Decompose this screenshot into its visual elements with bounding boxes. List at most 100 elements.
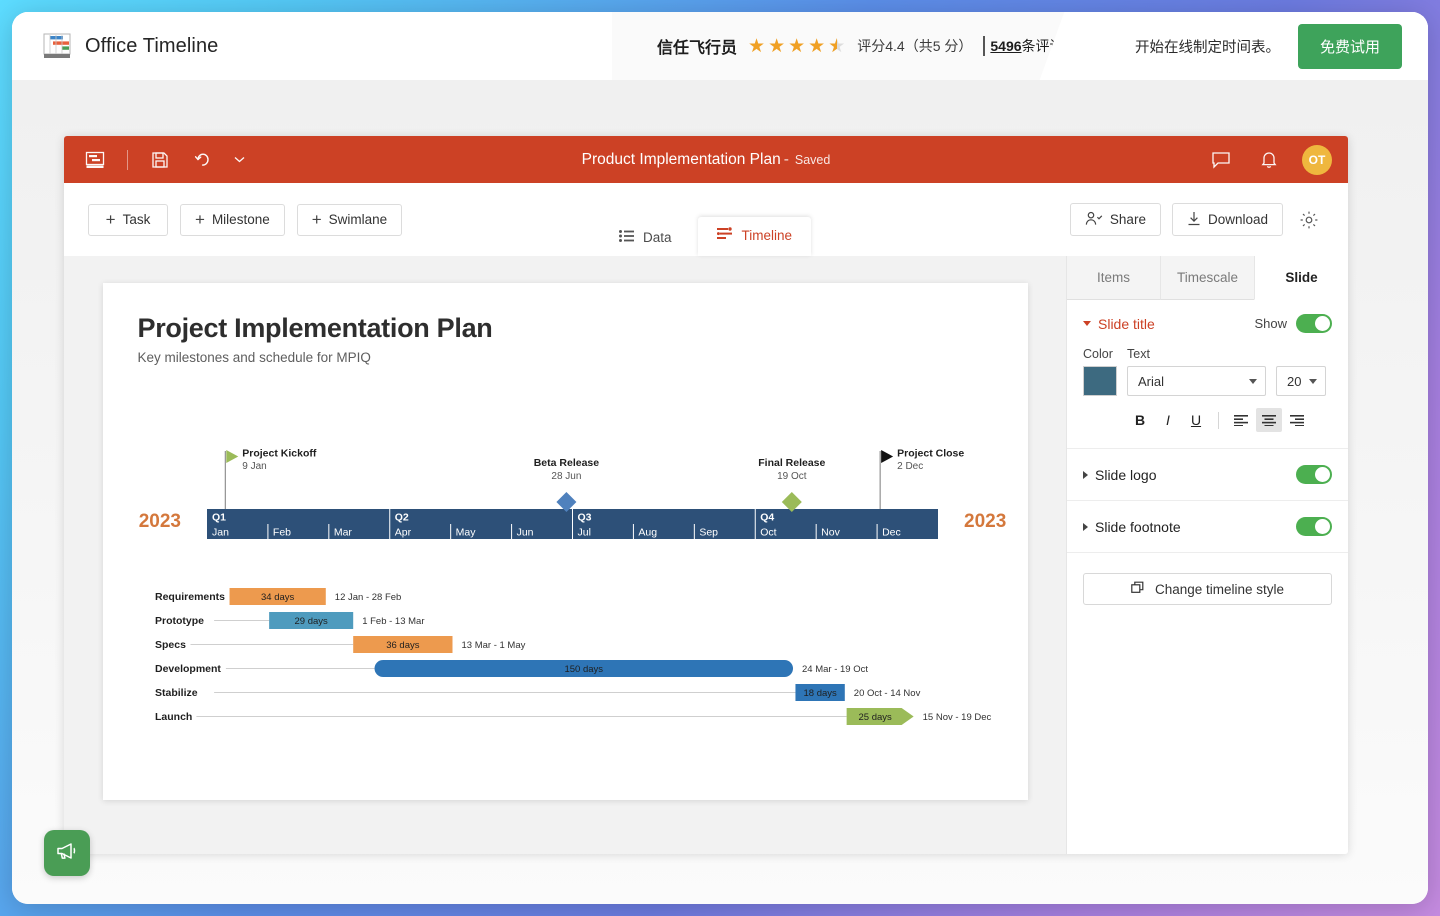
underline-button[interactable]: U [1183, 408, 1209, 432]
tab-data-label: Data [643, 230, 672, 245]
svg-text:34 days: 34 days [261, 592, 295, 603]
office-timeline-logo-icon [42, 32, 72, 60]
download-button[interactable]: Download [1172, 203, 1283, 236]
svg-text:Project Close: Project Close [897, 448, 964, 460]
svg-text:Prototype: Prototype [155, 615, 204, 627]
tab-data[interactable]: Data [601, 221, 690, 256]
gantt-task-row[interactable]: Launch25 days15 Nov - 19 Dec [155, 708, 992, 725]
comment-icon[interactable] [1206, 145, 1236, 175]
slide-title-section-toggle[interactable]: Slide title [1083, 316, 1155, 332]
month-label: Oct [760, 527, 776, 539]
quarter-label: Q1 [212, 512, 226, 524]
feedback-button[interactable] [44, 830, 90, 876]
gantt-task-row[interactable]: Requirements34 days12 Jan - 28 Feb [155, 588, 401, 605]
star-icon: ★ [768, 35, 786, 58]
share-label: Share [1110, 212, 1146, 227]
align-right-button[interactable] [1284, 408, 1310, 432]
slide-logo-toggle[interactable]: Slide logo [1083, 467, 1157, 483]
share-button[interactable]: Share [1070, 203, 1161, 236]
show-label: Show [1254, 316, 1287, 331]
align-center-button[interactable] [1256, 408, 1282, 432]
document-title-block: Product Implementation Plan-Saved [64, 151, 1348, 169]
month-label: Jun [516, 527, 533, 539]
gear-icon[interactable] [1294, 205, 1324, 235]
app-header-right-tools: OT [1206, 145, 1332, 175]
month-label: Jul [577, 527, 590, 539]
office-timeline-app: Product Implementation Plan-Saved [64, 136, 1348, 854]
slide-footnote-switch[interactable] [1296, 517, 1332, 536]
month-label: Feb [272, 527, 290, 539]
chevron-down-icon[interactable] [231, 145, 247, 175]
plus-icon: + [106, 211, 116, 228]
megaphone-icon [55, 840, 79, 867]
panel-body: Slide title Show Color [1067, 300, 1348, 854]
gantt-chart[interactable]: 20232023Q1Q2Q3Q4JanFebMarAprMayJunJulAug… [103, 283, 1028, 800]
slide-title-show-toggle[interactable] [1296, 314, 1332, 333]
svg-text:Launch: Launch [155, 711, 192, 723]
bold-button[interactable]: B [1127, 408, 1153, 432]
slide-logo-section: Slide logo [1067, 449, 1348, 501]
timeline-icon [717, 227, 733, 243]
trustpilot-block: 信任飞行员 ★ ★ ★ ★ ★★ 评分4.4（共5 分） 5496条评论 [612, 12, 1078, 80]
add-milestone-button[interactable]: + Milestone [180, 204, 285, 236]
font-size-select[interactable]: 20 [1276, 366, 1326, 396]
slide-logo-label: Slide logo [1095, 467, 1157, 483]
svg-text:24 Mar - 19 Oct: 24 Mar - 19 Oct [802, 664, 868, 675]
font-family-select[interactable]: Arial [1127, 366, 1266, 396]
gantt-task-row[interactable]: Development150 days24 Mar - 19 Oct [155, 660, 868, 677]
milestone[interactable]: 28 JunBeta Release [533, 457, 599, 512]
quarter-label: Q2 [394, 512, 408, 524]
svg-text:Stabilize: Stabilize [155, 687, 198, 699]
plus-icon: + [312, 211, 322, 228]
plus-icon: + [195, 211, 205, 228]
save-icon[interactable] [145, 145, 175, 175]
slide-canvas[interactable]: Project Implementation Plan Key mileston… [103, 283, 1028, 800]
tab-items[interactable]: Items [1067, 256, 1160, 300]
brand-block[interactable]: Office Timeline [12, 12, 612, 80]
toolbar-divider [127, 150, 128, 170]
milestone[interactable]: Project Kickoff9 Jan [226, 448, 317, 473]
title-dash: - [784, 151, 789, 168]
add-swimlane-label: Swimlane [329, 212, 388, 227]
slide-logo-switch[interactable] [1296, 465, 1332, 484]
caret-right-icon [1083, 471, 1088, 479]
slide-footnote-toggle[interactable]: Slide footnote [1083, 519, 1181, 535]
user-avatar[interactable]: OT [1302, 145, 1332, 175]
star-icon: ★ [788, 35, 806, 58]
month-label: Sep [699, 527, 718, 539]
chevron-down-icon [1249, 379, 1257, 384]
document-title: Product Implementation Plan [582, 151, 781, 168]
change-timeline-style-button[interactable]: Change timeline style [1083, 573, 1332, 605]
year-label-left: 2023 [138, 511, 180, 532]
cta-text: 开始在线制定时间表。 [1135, 36, 1280, 57]
tab-timeline[interactable]: Timeline [698, 217, 812, 256]
milestone[interactable]: 19 OctFinal Release [758, 457, 825, 512]
svg-text:Development: Development [155, 663, 221, 675]
align-left-button[interactable] [1228, 408, 1254, 432]
gantt-task-row[interactable]: Prototype29 days1 Feb - 13 Mar [155, 612, 425, 629]
month-label: Nov [821, 527, 840, 539]
free-trial-button[interactable]: 免费试用 [1298, 24, 1402, 69]
site-header: Office Timeline 信任飞行员 ★ ★ ★ ★ ★★ 评分4.4（共… [12, 12, 1428, 80]
title-color-swatch[interactable] [1083, 366, 1117, 396]
add-task-button[interactable]: + Task [88, 204, 168, 236]
gantt-task-row[interactable]: Stabilize18 days20 Oct - 14 Nov [155, 684, 921, 701]
add-swimlane-button[interactable]: + Swimlane [297, 204, 402, 236]
undo-icon[interactable] [188, 145, 218, 175]
gantt-home-icon[interactable] [80, 145, 110, 175]
milestone[interactable]: Project Close2 Dec [881, 448, 964, 473]
svg-text:Final Release: Final Release [758, 457, 825, 469]
svg-text:1 Feb - 13 Mar: 1 Feb - 13 Mar [362, 616, 424, 627]
panel-tabs: Items Timescale Slide [1067, 256, 1348, 300]
browser-window: Office Timeline 信任飞行员 ★ ★ ★ ★ ★★ 评分4.4（共… [12, 12, 1428, 904]
bell-icon[interactable] [1254, 145, 1284, 175]
star-icon: ★ [748, 35, 766, 58]
gantt-task-row[interactable]: Specs36 days13 Mar - 1 May [155, 636, 526, 653]
tab-timescale[interactable]: Timescale [1160, 256, 1254, 300]
svg-text:Specs: Specs [155, 639, 186, 651]
reviews-count: 5496 [990, 38, 1021, 54]
tab-slide[interactable]: Slide [1254, 256, 1348, 300]
slide-title-section: Slide title Show Color [1067, 300, 1348, 449]
save-status: Saved [795, 153, 830, 167]
italic-button[interactable]: I [1155, 408, 1181, 432]
